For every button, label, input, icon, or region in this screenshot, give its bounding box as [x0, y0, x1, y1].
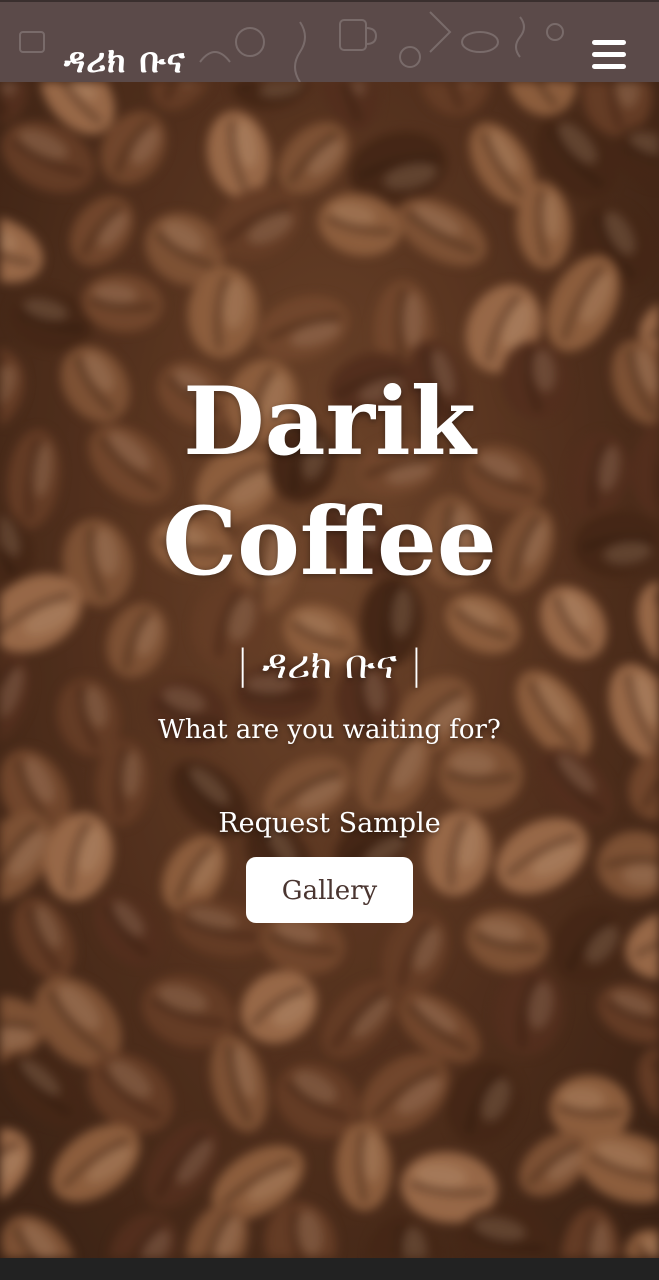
hero-title: Darik Coffee	[0, 362, 659, 602]
hero-tagline: What are you waiting for?	[158, 715, 501, 745]
brand-logo-text[interactable]: ዳሪክ ቡና	[64, 36, 186, 82]
hero-title-line2: Coffee	[162, 487, 497, 597]
request-sample-link[interactable]: Request Sample	[0, 804, 659, 844]
hamburger-icon-bar-bottom	[592, 64, 626, 69]
hamburger-icon-bar-middle	[592, 52, 626, 57]
bottom-bar	[0, 1258, 659, 1280]
hamburger-menu-button[interactable]	[588, 38, 628, 72]
hero-section: Darik Coffee | ዳሪክ ቡና | What are you wai…	[0, 82, 659, 1258]
navbar: ዳሪክ ቡና	[0, 0, 659, 82]
hero-subtitle: | ዳሪክ ቡና |	[235, 642, 424, 688]
hamburger-icon-bar-top	[592, 40, 626, 45]
hero-title-line1: Darik	[183, 367, 476, 477]
gallery-button[interactable]: Gallery	[246, 857, 413, 923]
page: ዳሪክ ቡና Darik Coffee | ዳሪክ ቡና | What are …	[0, 0, 659, 1280]
